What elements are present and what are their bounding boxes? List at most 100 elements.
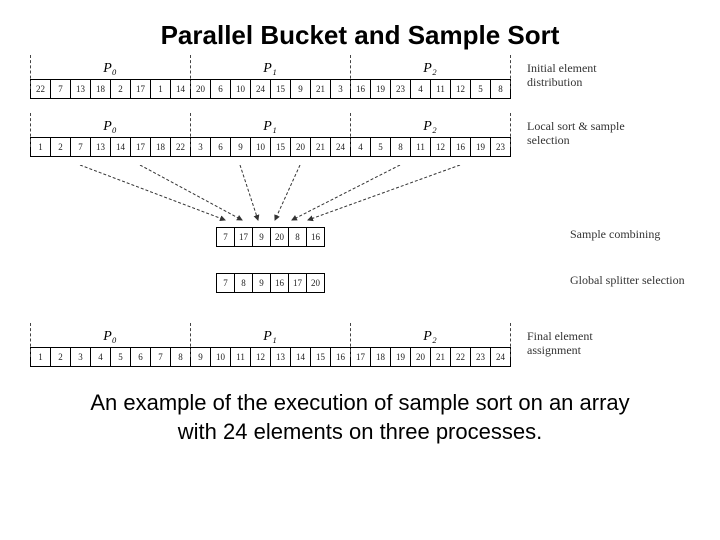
cell: 19 [391, 347, 411, 367]
caption: An example of the execution of sample so… [30, 389, 690, 446]
cell: 22 [171, 137, 191, 157]
label-splitter: Global splitter selection [570, 273, 690, 287]
cell: 13 [91, 137, 111, 157]
cell: 3 [331, 79, 351, 99]
cell: 15 [271, 137, 291, 157]
stage-splitter: 789161720 Global splitter selection [30, 273, 690, 293]
cell: 9 [291, 79, 311, 99]
cell: 4 [411, 79, 431, 99]
cell: 18 [91, 79, 111, 99]
cell: 19 [371, 79, 391, 99]
cell: 11 [231, 347, 251, 367]
cell: 10 [251, 137, 271, 157]
caption-l1: An example of the execution of sample so… [90, 390, 629, 415]
cell: 12 [251, 347, 271, 367]
cell: 2 [111, 79, 131, 99]
stage-combine: 717920816 Sample combining [30, 227, 690, 247]
cell: 21 [311, 137, 331, 157]
cell: 9 [231, 137, 251, 157]
cell: 17 [235, 227, 253, 247]
cell: 11 [411, 137, 431, 157]
cell: 11 [431, 79, 451, 99]
cell: 1 [31, 137, 51, 157]
proc-label: P₂ [350, 61, 510, 77]
cell: 15 [311, 347, 331, 367]
cell: 4 [91, 347, 111, 367]
cell: 5 [111, 347, 131, 367]
cell: 20 [191, 79, 211, 99]
cell: 17 [131, 137, 151, 157]
cell: 21 [311, 79, 331, 99]
label-localsort: Local sort & sample selection [527, 119, 647, 148]
cell: 23 [391, 79, 411, 99]
cell: 1 [151, 79, 171, 99]
cell: 14 [291, 347, 311, 367]
cell: 17 [351, 347, 371, 367]
cell: 7 [217, 273, 235, 293]
stage-localsort: P₀P₁P₂ 127131417182236910152021244581112… [30, 119, 690, 157]
cell: 21 [431, 347, 451, 367]
cell: 12 [451, 79, 471, 99]
cell: 8 [171, 347, 191, 367]
stage-initial: P₀P₁P₂ 227131821711420610241592131619234… [30, 61, 690, 99]
cell: 3 [71, 347, 91, 367]
cell: 13 [71, 79, 91, 99]
cell: 10 [231, 79, 251, 99]
cell: 20 [291, 137, 311, 157]
cell: 4 [351, 137, 371, 157]
proc-label: P₀ [30, 61, 190, 77]
cell: 16 [451, 137, 471, 157]
slide-title: Parallel Bucket and Sample Sort [30, 20, 690, 51]
caption-l2: with 24 elements on three processes. [178, 419, 542, 444]
stage-final: P₀P₁P₂ 123456789101112131415161718192021… [30, 329, 690, 367]
proc-label: P₀ [30, 329, 190, 345]
cell: 24 [491, 347, 511, 367]
cell: 20 [307, 273, 325, 293]
proc-label: P₁ [190, 119, 350, 135]
proc-label: P₂ [350, 329, 510, 345]
cell: 5 [471, 79, 491, 99]
label-combine: Sample combining [570, 227, 690, 241]
cell: 19 [471, 137, 491, 157]
cell: 6 [211, 137, 231, 157]
cell: 22 [451, 347, 471, 367]
cell: 14 [111, 137, 131, 157]
cell: 2 [51, 137, 71, 157]
cell: 3 [191, 137, 211, 157]
cell: 20 [271, 227, 289, 247]
cell: 22 [31, 79, 51, 99]
cell: 5 [371, 137, 391, 157]
cell: 17 [289, 273, 307, 293]
cell: 10 [211, 347, 231, 367]
cell: 1 [31, 347, 51, 367]
cell: 7 [51, 79, 71, 99]
cell: 6 [131, 347, 151, 367]
proc-label: P₀ [30, 119, 190, 135]
cell: 8 [289, 227, 307, 247]
label-final: Final element assignment [527, 329, 647, 358]
cell: 12 [431, 137, 451, 157]
cell: 14 [171, 79, 191, 99]
cell: 24 [251, 79, 271, 99]
proc-label: P₂ [350, 119, 510, 135]
cell: 9 [191, 347, 211, 367]
cell: 13 [271, 347, 291, 367]
cell: 16 [307, 227, 325, 247]
cell: 9 [253, 227, 271, 247]
cell: 7 [71, 137, 91, 157]
cell: 24 [331, 137, 351, 157]
cell: 16 [271, 273, 289, 293]
cell: 8 [491, 79, 511, 99]
diagram: P₀P₁P₂ 227131821711420610241592131619234… [30, 61, 690, 367]
cell: 16 [351, 79, 371, 99]
cell: 7 [217, 227, 235, 247]
proc-label: P₁ [190, 61, 350, 77]
cell: 2 [51, 347, 71, 367]
cell: 17 [131, 79, 151, 99]
cell: 23 [491, 137, 511, 157]
arrows-sample [30, 165, 690, 225]
label-initial: Initial element distribution [527, 61, 647, 90]
cell: 6 [211, 79, 231, 99]
cell: 9 [253, 273, 271, 293]
cell: 18 [371, 347, 391, 367]
